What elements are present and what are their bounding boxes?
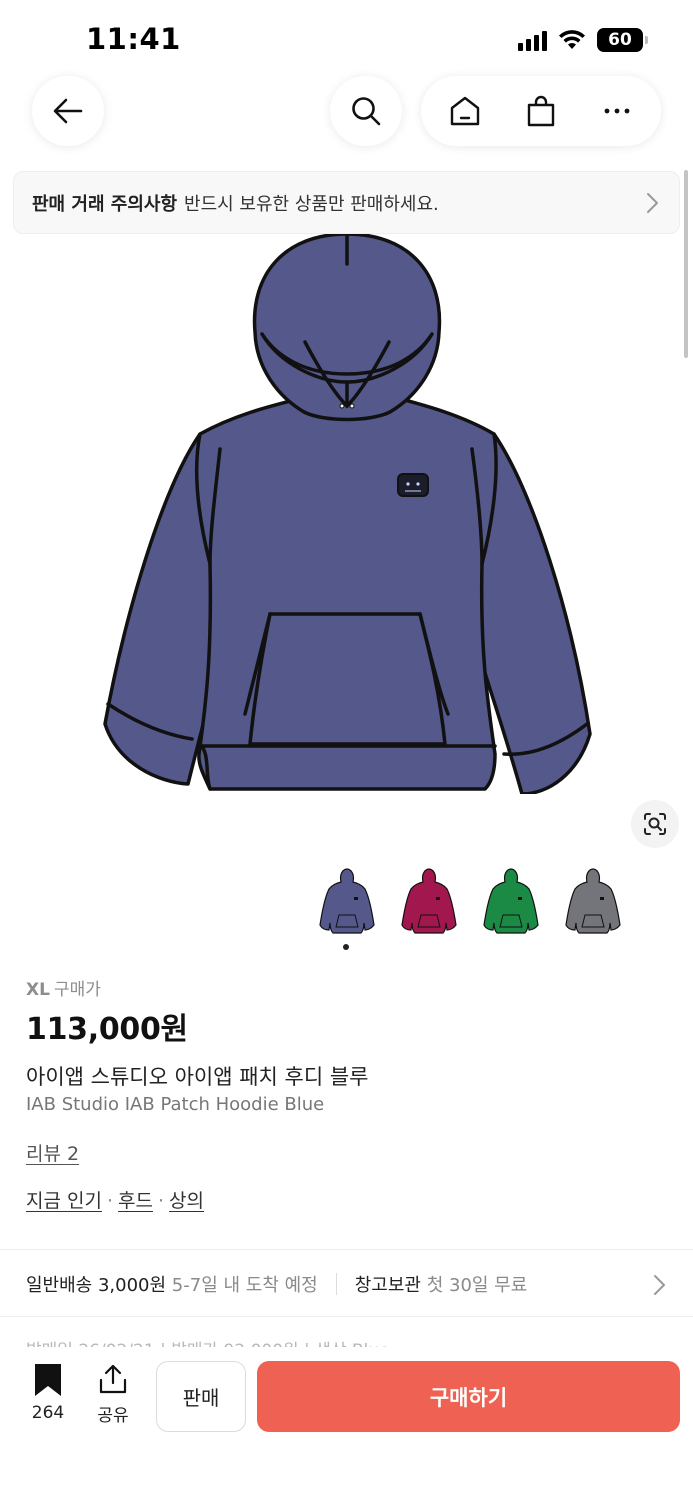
status-bar: 11:41 60 [0,0,693,78]
wifi-icon [559,30,585,49]
search-icon [352,97,381,126]
size-price-label: XL 구매가 [26,975,101,1000]
color-thumbnail[interactable] [559,862,627,942]
share-icon [99,1364,127,1394]
home-icon [450,96,480,126]
status-time: 11:41 [86,22,181,56]
status-icons: 60 [518,28,648,52]
bookmark-icon [35,1364,61,1396]
tag-link[interactable]: 지금 인기 [26,1190,102,1212]
shipping-normal-label: 일반배송 3,000원 [26,1275,167,1296]
back-icon [53,98,83,124]
buy-button[interactable]: 구매하기 [257,1361,680,1432]
tag-separator: · [106,1190,114,1212]
chevron-right-icon [647,193,658,213]
review-link[interactable]: 리뷰 2 [26,1139,79,1166]
nav-action-group [421,76,661,146]
shopping-bag-icon [527,95,555,127]
share-button[interactable]: 공유 [90,1363,136,1426]
chevron-right-icon [654,1275,665,1295]
sell-button[interactable]: 판매 [156,1361,246,1432]
more-button[interactable] [587,81,647,141]
color-thumbnail[interactable] [395,862,463,942]
shipping-separator [335,1273,337,1295]
color-thumbnail[interactable] [313,862,381,942]
shipping-normal-eta: 5-7일 내 도착 예정 [171,1275,318,1296]
tag-link[interactable]: 후드 [118,1190,153,1212]
hoodie-thumbnail-shape [319,868,375,934]
cart-button[interactable] [511,81,571,141]
bookmark-count: 264 [31,1403,65,1423]
notice-title: 판매 거래 주의사항 [32,193,178,215]
storage-label: 창고보관 [354,1275,421,1296]
color-thumbnails [313,862,627,942]
bottom-action-bar: 264 공유 판매 구매하기 [0,1347,693,1500]
product-name-en: IAB Studio IAB Patch Hoodie Blue [26,1094,325,1115]
storage-note: 첫 30일 무료 [426,1275,528,1296]
image-search-button[interactable] [631,800,679,848]
tag-link[interactable]: 상의 [169,1190,204,1212]
price-label: 구매가 [53,980,101,1000]
home-button[interactable] [435,81,495,141]
product-price: 113,000원 [26,1012,188,1047]
back-button[interactable] [32,76,104,146]
divider [0,1316,693,1317]
notice-text: 반드시 보유한 상품만 판매하세요. [184,193,439,215]
hoodie-thumbnail-shape [565,868,621,934]
thumbnail-selected-indicator [343,944,349,950]
hoodie-thumbnail-shape [483,868,539,934]
color-thumbnail[interactable] [477,862,545,942]
product-name-ko: 아이앱 스튜디오 아이앱 패치 후디 블루 [26,1065,369,1089]
lens-icon [644,813,666,835]
search-button[interactable] [330,76,402,146]
hoodie-thumbnail-shape [401,868,457,934]
scrollbar[interactable] [684,170,688,358]
share-label: 공유 [97,1406,129,1426]
category-tags: 지금 인기 · 후드 · 상의 [26,1186,204,1213]
product-image[interactable] [100,234,594,794]
tag-separator: · [157,1190,165,1212]
size-label: XL [26,980,50,1000]
sales-notice-banner[interactable]: 판매 거래 주의사항 반드시 보유한 상품만 판매하세요. [13,171,680,234]
signal-icon [518,29,547,51]
shipping-info-row[interactable]: 일반배송 3,000원 5-7일 내 도착 예정 창고보관 첫 30일 무료 [26,1269,676,1299]
more-icon [604,108,630,114]
bookmark-button[interactable]: 264 [24,1363,72,1423]
battery-indicator: 60 [597,28,648,52]
divider [0,1249,693,1250]
